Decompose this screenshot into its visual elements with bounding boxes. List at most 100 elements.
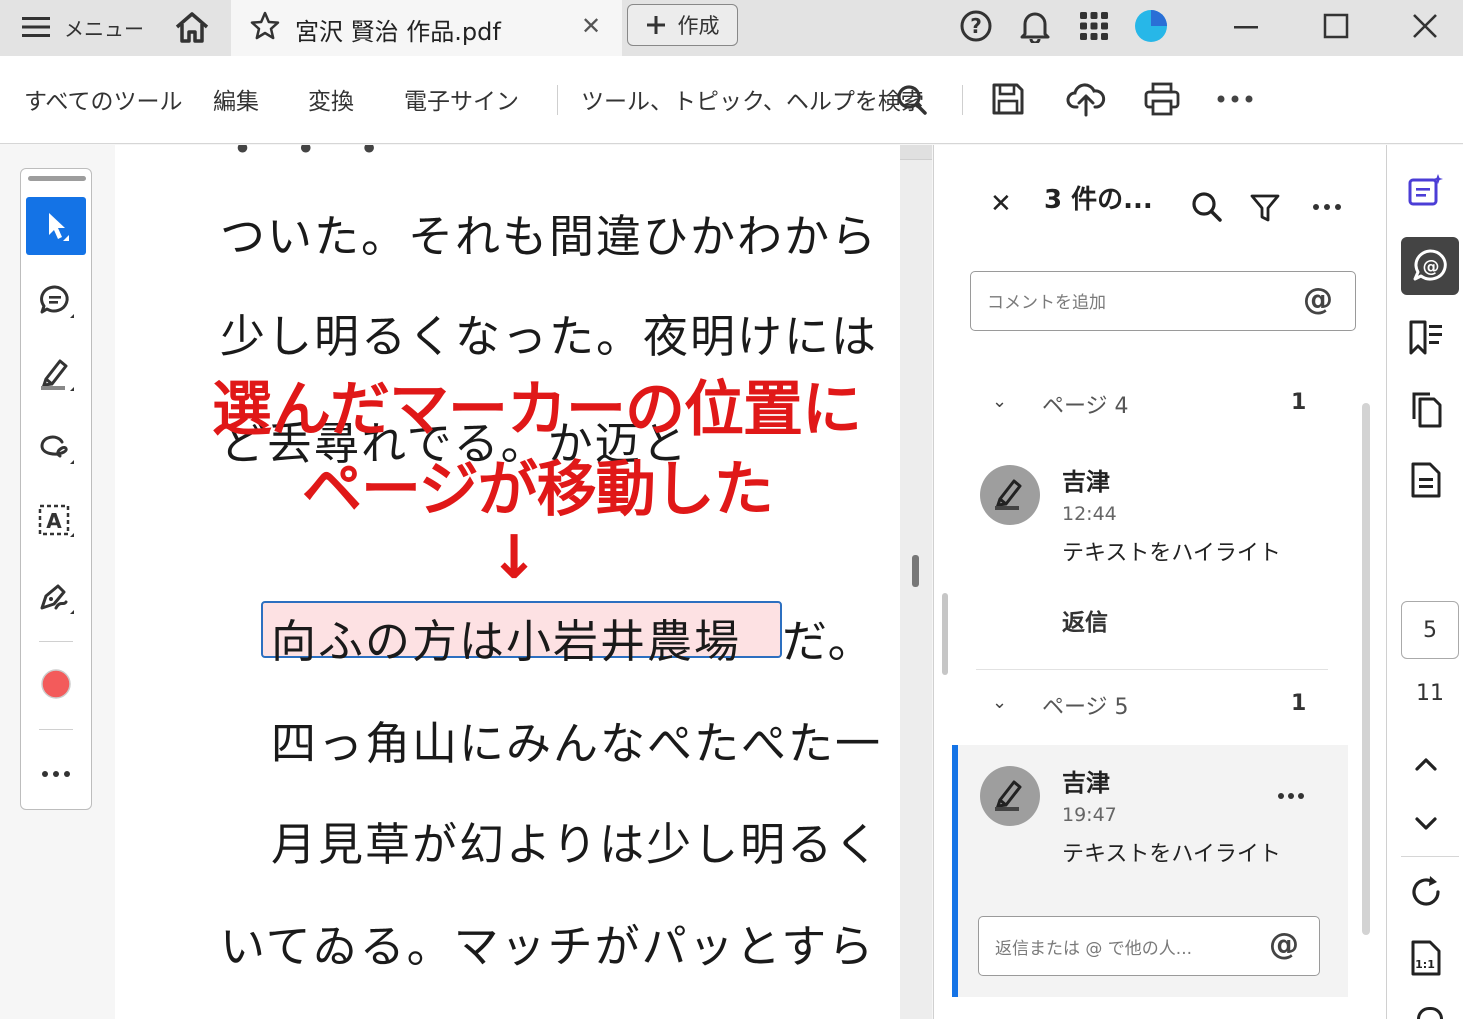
reply-input[interactable]: 返信または @ で他の人... @ <box>978 916 1320 976</box>
bookmarks-button[interactable] <box>1401 313 1451 363</box>
comment-bubble-icon <box>40 285 74 318</box>
document-properties-button[interactable] <box>1401 455 1451 505</box>
panel-resize-handle[interactable] <box>942 593 948 675</box>
svg-text:A: A <box>46 509 62 533</box>
comments-panel-button[interactable]: @ <box>1401 237 1459 295</box>
comment-time: 19:47 <box>1062 804 1117 826</box>
color-picker-button[interactable] <box>26 655 86 713</box>
text-line: ついた。それも間違ひかわから <box>220 210 879 263</box>
annotation-arrow: ↓ <box>489 523 540 593</box>
previous-page-button[interactable] <box>1401 739 1451 789</box>
total-pages: 11 <box>1416 681 1444 706</box>
scrollbar-thumb[interactable] <box>912 555 919 587</box>
search-icon[interactable] <box>896 84 928 116</box>
selected-indicator <box>952 745 958 997</box>
signature-tool-button[interactable] <box>26 569 86 627</box>
ai-assistant-button[interactable] <box>1401 165 1451 215</box>
close-window-button[interactable] <box>1407 8 1443 44</box>
document-scrollbar[interactable] <box>900 145 932 1019</box>
apps-button[interactable] <box>1076 8 1112 44</box>
notifications-button[interactable] <box>1017 8 1053 44</box>
current-page-input[interactable]: 5 <box>1401 601 1459 659</box>
hamburger-icon <box>22 17 50 37</box>
print-icon[interactable] <box>1144 82 1180 116</box>
actual-size-icon: 1:1 <box>1411 940 1441 976</box>
zoom-icon[interactable] <box>1417 1007 1443 1019</box>
document-page[interactable]: ・ ・ ・ ついた。それも間違ひかわから 少し明るくなった。夜明けには ど丢尋れ… <box>115 145 900 1019</box>
menu-button[interactable]: メニュー <box>22 12 144 42</box>
toolbar-divider <box>962 85 963 115</box>
rail-divider <box>39 641 73 642</box>
svg-text:1:1: 1:1 <box>1415 958 1435 971</box>
text-box-icon: A <box>38 504 74 537</box>
next-page-button[interactable] <box>1401 799 1451 849</box>
cloud-upload-icon[interactable] <box>1066 81 1106 117</box>
annotation-callout-line1: 選んだマーカーの位置に <box>212 375 862 445</box>
more-options-icon[interactable] <box>1217 94 1253 104</box>
mention-icon[interactable]: @ <box>1269 927 1299 962</box>
reply-button[interactable]: 返信 <box>1062 603 1108 637</box>
rail-divider <box>39 729 73 730</box>
create-button[interactable]: 作成 <box>627 4 738 46</box>
rail-drag-handle[interactable] <box>28 176 86 181</box>
comment-text: テキストをハイライト <box>1062 842 1281 867</box>
text-line: 少し明るくなった。夜明けには <box>220 310 879 363</box>
all-tools-menu[interactable]: すべてのツール <box>24 82 182 116</box>
minimize-button[interactable] <box>1228 8 1264 44</box>
panel-scrollbar[interactable] <box>1362 403 1370 935</box>
create-label: 作成 <box>677 14 720 38</box>
more-options-icon[interactable] <box>1312 203 1342 211</box>
highlight-tool-button[interactable] <box>26 346 86 404</box>
account-avatar[interactable] <box>1133 8 1169 44</box>
edit-menu[interactable]: 編集 <box>213 82 259 116</box>
page-thumbnails-button[interactable] <box>1401 385 1451 435</box>
search-icon[interactable] <box>1191 191 1223 223</box>
bookmark-icon <box>1409 320 1442 355</box>
text-line: だ。 <box>782 615 875 668</box>
right-rail: @ 5 11 1:1 <box>1386 145 1463 1019</box>
add-comment-input[interactable]: コメントを追加 @ <box>970 271 1356 331</box>
help-button[interactable]: ? <box>958 8 994 44</box>
home-icon <box>175 12 209 43</box>
text-line: 月見草が幻よりは少し明るく <box>271 818 882 871</box>
chevron-up-icon <box>1415 758 1437 771</box>
maximize-button[interactable] <box>1318 8 1354 44</box>
tool-search-input[interactable]: ツール、トピック、ヘルプを検索 <box>581 82 924 116</box>
text-box-tool-button[interactable]: A <box>26 492 86 550</box>
rotate-button[interactable] <box>1401 867 1451 917</box>
comment-tool-button[interactable] <box>26 273 86 331</box>
close-tab-icon[interactable]: ✕ <box>581 12 601 40</box>
document-tab[interactable]: 宮沢 賢治 作品.pdf ✕ <box>231 0 622 56</box>
filter-icon[interactable] <box>1250 193 1280 223</box>
comments-panel: ✕ 3 件の... コメントを追加 @ ⌄ ページ 4 1 吉津 12:44 テ… <box>933 145 1386 1019</box>
menu-label: メニュー <box>64 16 144 41</box>
reply-placeholder: 返信または @ で他の人... <box>995 939 1193 959</box>
comment-text: テキストをハイライト <box>1062 541 1281 566</box>
comment-author: 吉津 <box>1062 769 1110 797</box>
more-options-icon[interactable] <box>1277 792 1305 800</box>
esign-menu[interactable]: 電子サイン <box>404 82 519 116</box>
svg-text:@: @ <box>1423 257 1440 277</box>
convert-menu[interactable]: 変換 <box>308 82 354 116</box>
home-button[interactable] <box>174 10 210 44</box>
more-tools-button[interactable] <box>26 745 86 803</box>
comment-time: 12:44 <box>1062 503 1117 525</box>
chevron-down-icon[interactable]: ⌄ <box>992 692 1007 713</box>
draw-tool-button[interactable] <box>26 419 86 477</box>
page-group-label[interactable]: ページ 5 <box>1042 689 1129 721</box>
star-icon[interactable] <box>249 10 281 42</box>
save-icon[interactable] <box>991 82 1025 116</box>
select-tool-button[interactable] <box>26 197 86 255</box>
actual-size-button[interactable]: 1:1 <box>1401 933 1451 983</box>
comments-panel-title: 3 件の... <box>1044 185 1153 215</box>
page-group-label[interactable]: ページ 4 <box>1042 388 1129 420</box>
comment-author: 吉津 <box>1062 468 1110 496</box>
mention-icon[interactable]: @ <box>1303 282 1333 317</box>
quick-tools-rail: A <box>20 168 92 810</box>
ai-assistant-icon <box>1408 174 1443 206</box>
avatar-icon <box>1135 10 1167 42</box>
add-comment-placeholder: コメントを追加 <box>987 293 1106 313</box>
help-icon: ? <box>960 10 992 42</box>
chevron-down-icon[interactable]: ⌄ <box>992 391 1007 412</box>
close-panel-icon[interactable]: ✕ <box>990 189 1012 219</box>
